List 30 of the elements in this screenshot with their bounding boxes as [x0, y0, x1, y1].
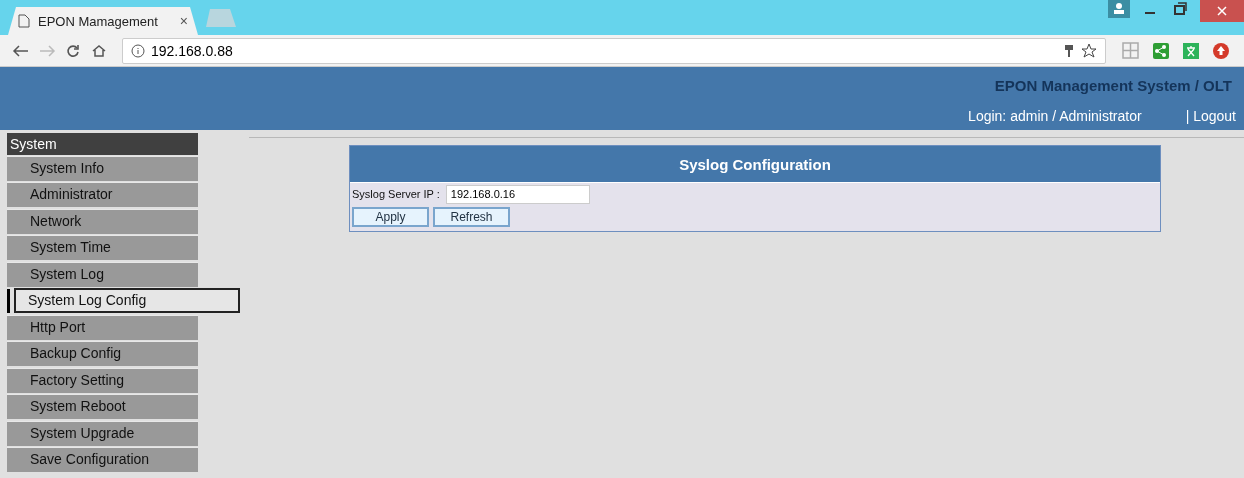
sidebar-item[interactable]: System Info — [7, 155, 198, 181]
system-title: EPON Management System / OLT — [993, 77, 1233, 94]
close-tab-icon[interactable]: × — [179, 13, 188, 29]
sidebar-item[interactable]: System Log — [7, 261, 198, 287]
field-label: Syslog Server IP : — [352, 188, 440, 200]
address-bar[interactable]: 192.168.0.88 — [122, 37, 1106, 64]
action-button[interactable]: Apply — [352, 207, 429, 227]
page-icon — [18, 14, 30, 28]
sidebar-item[interactable]: System Time — [7, 235, 198, 261]
sidebar-item[interactable]: Factory Setting — [7, 367, 198, 393]
sidebar-item[interactable]: System Log Config — [13, 288, 240, 314]
tab-title: EPON Mamagement — [38, 13, 159, 29]
sidebar-item[interactable]: Save Configuration — [7, 447, 198, 473]
sidebar-item[interactable]: Administrator — [7, 182, 198, 208]
browser-tab[interactable]: EPON Mamagement × — [8, 7, 198, 35]
logout-link[interactable]: | Logout — [1185, 108, 1236, 124]
profile-icon[interactable] — [1108, 0, 1130, 18]
action-button[interactable]: Refresh — [433, 207, 510, 227]
sidebar-item[interactable]: Backup Config — [7, 341, 198, 367]
menu-section: System — [7, 133, 198, 155]
url-text: 192.168.0.88 — [151, 42, 234, 59]
panel-title: Syslog Configuration — [350, 146, 1160, 183]
sidebar-item[interactable]: Network — [7, 208, 198, 234]
input-field[interactable]: 192.168.0.16 — [445, 184, 590, 204]
sidebar-item[interactable]: Http Port — [7, 314, 198, 340]
login-info: Login: admin / Administrator — [968, 108, 1142, 124]
info-icon — [131, 43, 145, 58]
sidebar-item[interactable]: System Reboot — [7, 394, 198, 420]
sidebar-item[interactable]: System Upgrade — [7, 420, 198, 446]
star-icon[interactable] — [1081, 42, 1097, 59]
